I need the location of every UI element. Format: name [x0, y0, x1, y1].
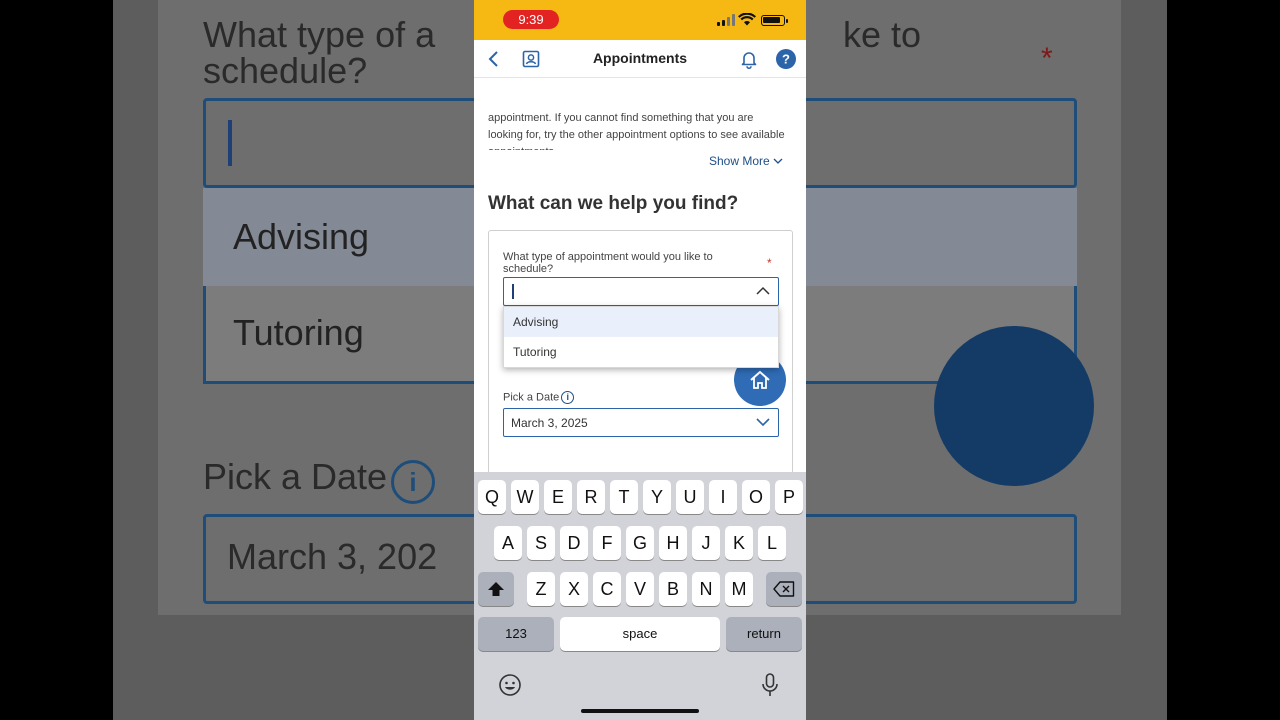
- background-home-fab: [934, 326, 1094, 486]
- option-tutoring[interactable]: Tutoring: [504, 337, 778, 367]
- emoji-icon[interactable]: [498, 673, 522, 697]
- key-l[interactable]: L: [758, 526, 786, 560]
- chevron-down-icon[interactable]: [756, 418, 770, 427]
- key-d[interactable]: D: [560, 526, 588, 560]
- key-x[interactable]: X: [560, 572, 588, 606]
- background-date-label: Pick a Date: [203, 456, 388, 497]
- background-question-tail: ke to: [843, 14, 922, 55]
- background-question: What type of a: [203, 14, 436, 55]
- background-info-icon: i: [391, 460, 435, 504]
- status-bar: 9:39: [474, 0, 806, 40]
- key-v[interactable]: V: [626, 572, 654, 606]
- date-value: March 3, 2025: [511, 416, 588, 430]
- background-caret: [228, 120, 232, 166]
- search-form-card: What type of appointment would you like …: [488, 230, 793, 472]
- key-q[interactable]: Q: [478, 480, 506, 514]
- phone-screen: 9:39 Appointments ? appointment. If you …: [474, 0, 806, 720]
- key-i[interactable]: I: [709, 480, 737, 514]
- space-key[interactable]: space: [560, 617, 720, 651]
- cellular-signal-icon: [717, 14, 735, 26]
- key-f[interactable]: F: [593, 526, 621, 560]
- key-k[interactable]: K: [725, 526, 753, 560]
- key-g[interactable]: G: [626, 526, 654, 560]
- key-t[interactable]: T: [610, 480, 638, 514]
- chevron-up-icon[interactable]: [756, 286, 770, 295]
- svg-text:?: ?: [782, 52, 790, 67]
- key-y[interactable]: Y: [643, 480, 671, 514]
- keyboard-row-3: Z X C V B N M: [474, 572, 806, 606]
- show-more-label: Show More: [709, 154, 770, 168]
- key-w[interactable]: W: [511, 480, 539, 514]
- key-m[interactable]: M: [725, 572, 753, 606]
- keyboard-row-2: A S D F G H J K L: [474, 526, 806, 560]
- status-time: 9:39: [503, 10, 559, 29]
- delete-key[interactable]: [766, 572, 802, 606]
- appointment-type-dropdown: Advising Tutoring: [503, 306, 779, 368]
- microphone-icon[interactable]: [758, 672, 782, 698]
- keyboard: Q W E R T Y U I O P A S D F G H J K L Z …: [474, 472, 806, 720]
- video-frame: What type of a ke to schedule? * Advisin…: [0, 0, 1280, 720]
- date-label: Pick a Date: [503, 391, 560, 404]
- info-icon[interactable]: i: [561, 391, 575, 404]
- date-picker[interactable]: March 3, 2025: [503, 408, 779, 437]
- help-icon[interactable]: ?: [775, 48, 797, 70]
- home-indicator[interactable]: [581, 709, 699, 713]
- background-date-value: March 3, 202: [227, 536, 438, 577]
- key-j[interactable]: J: [692, 526, 720, 560]
- key-z[interactable]: Z: [527, 572, 555, 606]
- wifi-icon: [738, 13, 756, 26]
- background-question-line2: schedule?: [203, 50, 368, 91]
- key-n[interactable]: N: [692, 572, 720, 606]
- key-r[interactable]: R: [577, 480, 605, 514]
- show-more-link[interactable]: Show More: [709, 154, 783, 168]
- key-p[interactable]: P: [775, 480, 803, 514]
- background-option-tutoring: Tutoring: [233, 312, 364, 353]
- key-s[interactable]: S: [527, 526, 555, 560]
- background-option-advising: Advising: [233, 216, 370, 257]
- key-h[interactable]: H: [659, 526, 687, 560]
- text-caret: [512, 284, 514, 299]
- option-advising[interactable]: Advising: [504, 307, 778, 337]
- intro-text: appointment. If you cannot find somethin…: [488, 112, 785, 150]
- key-a[interactable]: A: [494, 526, 522, 560]
- appointment-type-input[interactable]: [503, 277, 779, 306]
- numbers-key[interactable]: 123: [478, 617, 554, 651]
- nav-bar: Appointments ?: [474, 40, 806, 78]
- shift-key[interactable]: [478, 572, 514, 606]
- key-b[interactable]: B: [659, 572, 687, 606]
- appointment-type-label: What type of appointment would you like …: [503, 251, 713, 275]
- bell-icon[interactable]: [738, 48, 760, 70]
- keyboard-row-4: 123 space return: [474, 617, 806, 651]
- return-key[interactable]: return: [726, 617, 802, 651]
- key-u[interactable]: U: [676, 480, 704, 514]
- shift-arrow-icon: [488, 582, 504, 596]
- required-mark: *: [767, 256, 772, 270]
- home-icon: [750, 370, 770, 389]
- section-title: What can we help you find?: [488, 193, 739, 214]
- keyboard-row-1: Q W E R T Y U I O P: [474, 480, 806, 514]
- chevron-down-icon: [773, 158, 783, 165]
- battery-icon: [761, 15, 788, 26]
- page-content: appointment. If you cannot find somethin…: [474, 78, 806, 472]
- key-o[interactable]: O: [742, 480, 770, 514]
- background-required-mark: *: [1041, 42, 1053, 75]
- key-c[interactable]: C: [593, 572, 621, 606]
- key-e[interactable]: E: [544, 480, 572, 514]
- date-label-row: Pick a Date i: [503, 391, 575, 404]
- backspace-icon: [773, 581, 795, 597]
